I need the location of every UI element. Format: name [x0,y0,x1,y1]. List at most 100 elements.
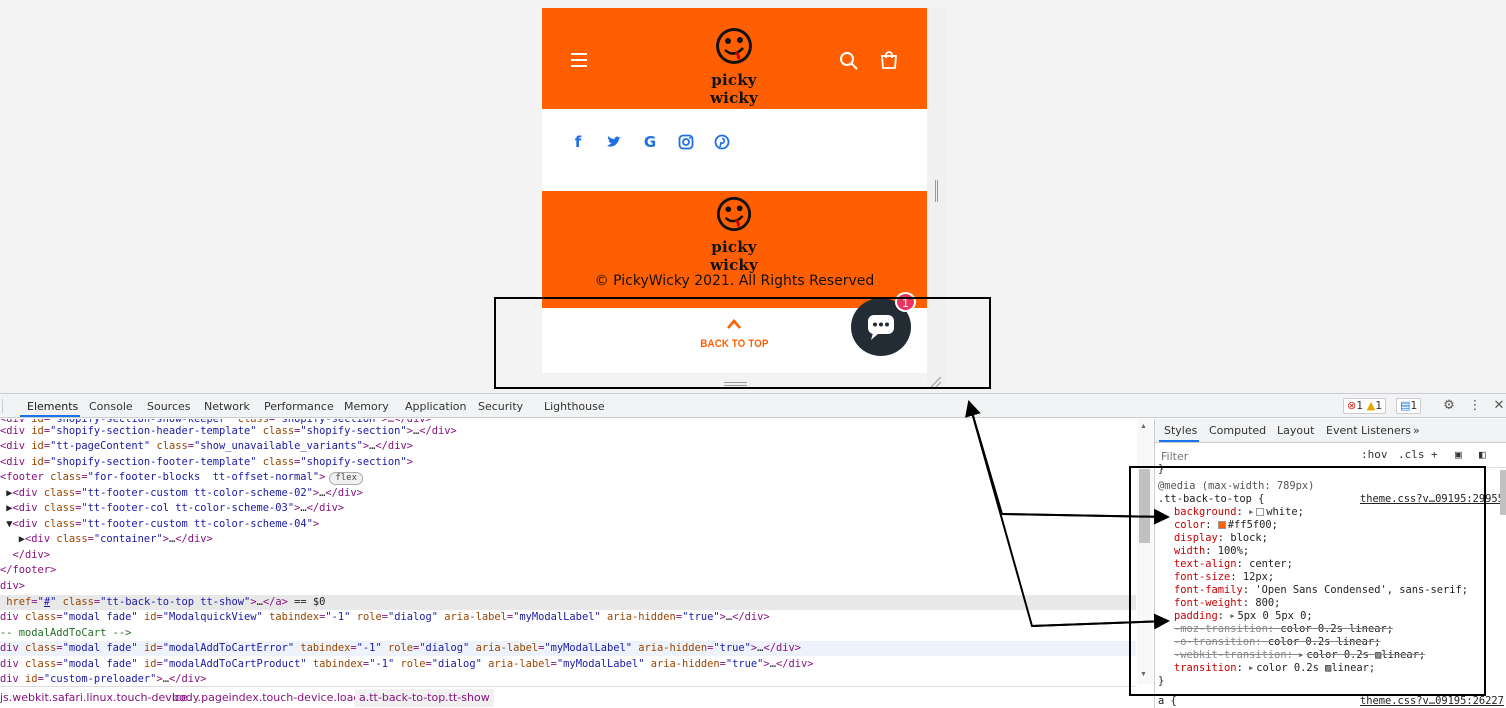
dom-node[interactable]: </footer> [0,563,56,578]
dom-node[interactable]: <div id="shopify-section-header-template… [0,424,457,439]
css-property[interactable]: padding [1174,610,1218,622]
css-property[interactable]: -webkit-transition [1174,649,1287,661]
scroll-down-icon[interactable]: ▼ [1140,671,1147,678]
tab-lighthouse[interactable]: Lighthouse [544,400,605,413]
tab-event-listeners[interactable]: Event Listeners [1326,424,1411,437]
css-value[interactable]: 12px; [1243,571,1274,583]
css-property[interactable]: background [1174,506,1237,518]
expand-shorthand-icon[interactable]: ▶ [1249,506,1253,519]
bottom-resize-handle[interactable] [724,382,747,386]
elements-scrollbar[interactable]: ▲ ▼ [1137,419,1153,684]
tab-security[interactable]: Security [478,400,523,413]
expand-shorthand-icon[interactable]: ▶ [1249,662,1253,675]
search-icon[interactable] [839,51,859,71]
color-swatch[interactable] [1256,508,1265,516]
dom-node[interactable]: ▶<div class="container">…</div> [0,532,213,547]
css-property[interactable]: color [1174,519,1205,531]
css-value[interactable]: 'Open Sans Condensed', sans-serif; [1255,584,1468,596]
messages-counter[interactable]: ▤1 [1396,398,1422,414]
css-value[interactable]: color 0.2s ▨linear; [1256,662,1375,674]
google-icon[interactable]: G [642,134,658,150]
css-declaration[interactable]: -moz-transition: color 0.2s linear; [1174,623,1393,636]
css-value[interactable]: 800; [1255,597,1280,609]
dom-node[interactable]: <footer class="for-footer-blocks tt-offs… [0,470,364,485]
more-tabs-icon[interactable]: » [1413,424,1420,437]
tab-network[interactable]: Network [204,400,250,413]
dom-node[interactable]: div class="modal fade" id="modalAddToCar… [0,641,1136,656]
styles-scrollbar-thumb[interactable] [1500,470,1506,515]
dom-node[interactable]: div class="modal fade" id="modalAddToCar… [0,657,814,672]
add-rule-icon[interactable]: + [1431,448,1438,461]
scrollbar-thumb[interactable] [1139,469,1150,543]
css-declaration[interactable]: -webkit-transition: ▶ color 0.2s ▨linear; [1174,649,1425,662]
breadcrumb-selected[interactable]: a.tt-back-to-top.tt-show [355,689,494,707]
menu-icon[interactable] [571,53,587,67]
class-toggle-button[interactable]: .cls [1398,448,1425,461]
css-declaration[interactable]: width: 100%; [1174,545,1249,558]
tab-computed[interactable]: Computed [1209,424,1266,437]
issue-counter[interactable]: ⊗1 ▲1 [1343,398,1387,414]
dom-node[interactable]: div class="modal fade" id="ModalquickVie… [0,610,770,625]
css-declaration[interactable]: -o-transition: color 0.2s linear; [1174,636,1380,649]
expand-shorthand-icon[interactable]: ▶ [1299,649,1303,662]
footer-logo[interactable]: picky wicky [686,195,782,274]
css-value[interactable]: center; [1249,558,1293,570]
css-declaration[interactable]: font-weight: 800; [1174,597,1280,610]
close-icon[interactable]: ✕ [1491,398,1506,414]
dom-node[interactable]: <div id="tt-pageContent" class="show_una… [0,439,413,454]
tab-styles[interactable]: Styles [1164,424,1197,437]
next-source-link[interactable]: theme.css?v…09195:26227 [1360,695,1504,708]
twitter-icon[interactable] [606,134,622,150]
cart-icon[interactable] [879,50,899,70]
dom-node[interactable]: -- modalAddToCart --> [0,626,131,641]
css-property[interactable]: text-align [1174,558,1237,570]
scroll-up-icon[interactable]: ▲ [1140,423,1147,430]
corner-resize-handle[interactable] [930,376,942,388]
css-declaration[interactable]: transition: ▶ color 0.2s ▨linear; [1174,662,1375,675]
toggle-sidebar-icon[interactable]: ◧ [1479,448,1486,461]
side-resize-handle[interactable] [935,180,938,202]
css-source-link[interactable]: theme.css?v…09195:29955 [1360,493,1504,506]
css-property[interactable]: font-size [1174,571,1230,583]
css-property[interactable]: -o-transition [1174,636,1255,648]
css-declaration[interactable]: display: block; [1174,532,1268,545]
dom-node[interactable]: ▼<div class="tt-footer-custom tt-color-s… [0,517,319,532]
css-declaration[interactable]: font-family: 'Open Sans Condensed', sans… [1174,584,1468,597]
tab-layout[interactable]: Layout [1277,424,1314,437]
instagram-icon[interactable] [678,134,694,150]
dom-node[interactable]: <div id="shopify-section-footer-template… [0,455,413,470]
facebook-icon[interactable]: f [570,134,586,150]
dom-node[interactable]: div> [0,579,25,594]
css-declaration[interactable]: color: #ff5f00; [1174,519,1278,532]
tab-memory[interactable]: Memory [344,400,389,413]
breadcrumb-html[interactable]: js.webkit.safari.linux.touch-device [0,691,188,704]
css-value[interactable]: color 0.2s ▨linear; [1306,649,1425,661]
css-declaration[interactable]: font-size: 12px; [1174,571,1274,584]
css-property[interactable]: display [1174,532,1218,544]
css-declaration[interactable]: background: ▶ white; [1174,506,1304,519]
dom-node[interactable]: div id="custom-preloader">…</div> [0,672,207,684]
tab-performance[interactable]: Performance [264,400,334,413]
more-options-icon[interactable]: ⋮ [1467,398,1483,414]
header-logo[interactable]: picky wicky [686,26,782,107]
css-property[interactable]: font-weight [1174,597,1243,609]
css-value[interactable]: color 0.2s linear; [1268,636,1381,648]
css-value[interactable]: color 0.2s linear; [1280,623,1393,635]
expand-shorthand-icon[interactable]: ▶ [1230,610,1234,623]
css-value[interactable]: 5px 0 5px 0; [1238,610,1313,622]
gear-icon[interactable]: ⚙ [1441,398,1457,414]
css-property[interactable]: font-family [1174,584,1243,596]
css-declaration[interactable]: text-align: center; [1174,558,1293,571]
dom-node-selected[interactable]: href="#" class="tt-back-to-top tt-show">… [0,595,1136,610]
paint-icon[interactable]: ▣ [1455,448,1462,461]
css-property[interactable]: width [1174,545,1205,557]
dom-node[interactable]: </div> [0,548,51,563]
styles-filter-input[interactable] [1157,447,1349,465]
dom-tree[interactable]: <div id="shopify-section-show-keeper" cl… [0,419,1136,684]
pinterest-icon[interactable] [714,134,730,150]
tab-console[interactable]: Console [89,400,133,413]
css-declaration[interactable]: padding: ▶ 5px 0 5px 0; [1174,610,1313,623]
css-value[interactable]: white; [1266,506,1304,518]
css-property[interactable]: transition [1174,662,1237,674]
css-value[interactable]: 100%; [1218,545,1249,557]
